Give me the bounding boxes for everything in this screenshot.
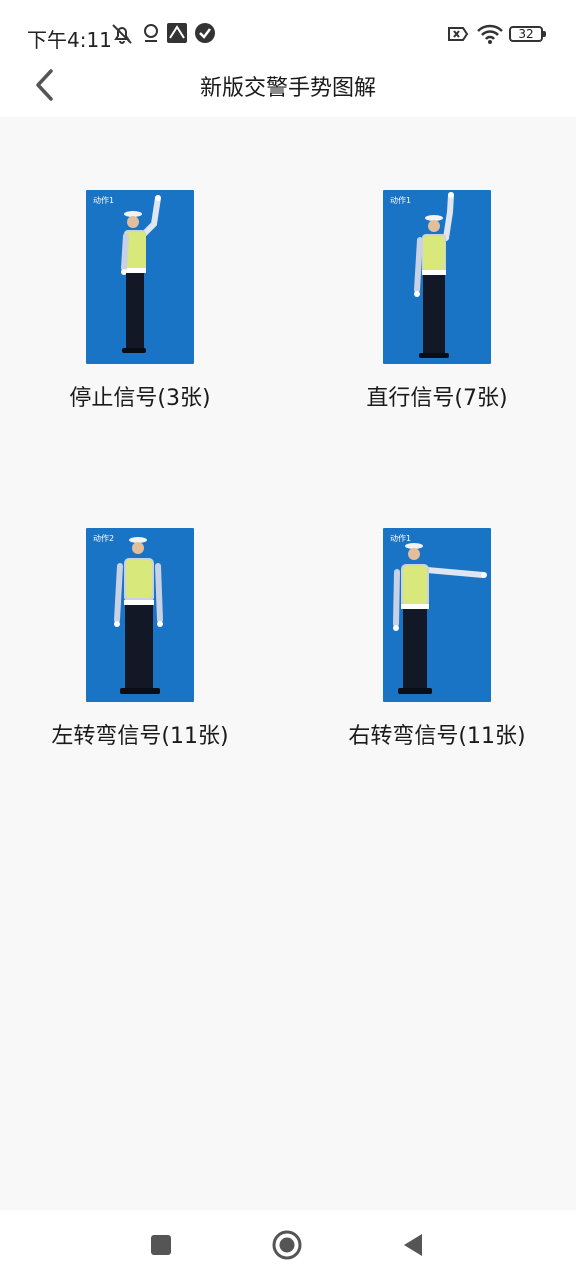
- gesture-card-stop[interactable]: 动作1 停止信号(3张): [20, 190, 260, 420]
- gesture-card-straight[interactable]: 动作1 直行信号(7张): [317, 190, 557, 420]
- gesture-card-left-turn[interactable]: 动作2 左转弯信号(11张): [20, 528, 260, 758]
- battery-tip: [543, 31, 546, 37]
- back-triangle-icon[interactable]: [402, 1232, 424, 1258]
- svg-text:动作1: 动作1: [93, 195, 114, 205]
- svg-text:动作1: 动作1: [390, 195, 411, 205]
- gesture-photo-straight: 动作1: [383, 190, 491, 364]
- status-time: 下午4:11: [27, 28, 112, 52]
- page-title: 新版交警手势图解: [199, 76, 376, 101]
- battery-icon: 32: [509, 26, 543, 42]
- recent-apps-icon[interactable]: [150, 1234, 172, 1256]
- gesture-photo-stop: 动作1: [86, 190, 194, 364]
- location-icon: [144, 24, 158, 42]
- gesture-photo-right-turn: 动作1: [383, 528, 491, 702]
- svg-text:动作2: 动作2: [93, 533, 114, 543]
- svg-text:动作1: 动作1: [390, 533, 411, 543]
- gesture-label: 直行信号(7张): [366, 386, 508, 411]
- muted-bell-icon: [112, 24, 132, 44]
- status-bar: 下午4:11 32: [0, 0, 576, 60]
- app-icon: [167, 23, 187, 43]
- gesture-label: 左转弯信号(11张): [51, 724, 229, 749]
- gesture-label: 停止信号(3张): [69, 386, 211, 411]
- sim-error-icon: [448, 27, 469, 41]
- gesture-photo-left-turn: 动作2: [86, 528, 194, 702]
- home-icon[interactable]: [272, 1230, 302, 1260]
- system-nav-bar: [0, 1210, 576, 1280]
- check-circle-icon: [195, 23, 215, 43]
- gesture-card-right-turn[interactable]: 动作1 右转弯信号(11张): [317, 528, 557, 758]
- wifi-icon: [477, 24, 503, 44]
- gesture-label: 右转弯信号(11张): [348, 724, 526, 749]
